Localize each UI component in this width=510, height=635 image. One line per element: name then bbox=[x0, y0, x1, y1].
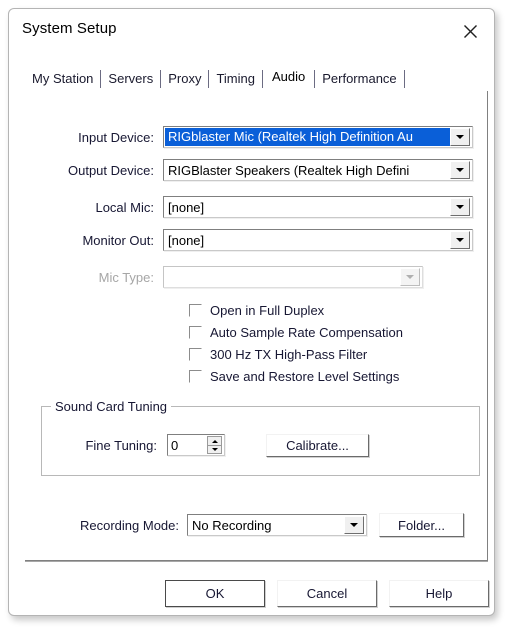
tab-performance[interactable]: Performance bbox=[315, 69, 403, 90]
mic-type-combo bbox=[163, 266, 423, 288]
checkbox-auto-sample-rate-compensation[interactable]: Auto Sample Rate Compensation bbox=[189, 325, 403, 340]
fine-tuning-stepper[interactable]: 0 bbox=[167, 434, 225, 456]
monitor-out-label: Monitor Out: bbox=[82, 232, 154, 248]
tab-audio[interactable]: Audio bbox=[263, 67, 314, 88]
stepper-buttons[interactable] bbox=[207, 436, 222, 454]
chevron-down-icon[interactable] bbox=[450, 161, 470, 179]
stepper-up-icon[interactable] bbox=[207, 436, 222, 445]
fine-tuning-label: Fine Tuning: bbox=[85, 437, 157, 453]
checkbox-save-restore-level-settings[interactable]: Save and Restore Level Settings bbox=[189, 369, 399, 384]
window-title: System Setup bbox=[22, 20, 117, 37]
tab-separator bbox=[403, 70, 405, 88]
mic-type-label: Mic Type: bbox=[98, 269, 154, 285]
title-bar: System Setup bbox=[9, 9, 494, 53]
output-device-label: Output Device: bbox=[68, 162, 154, 178]
local-mic-combo[interactable]: [none] bbox=[163, 196, 473, 218]
chevron-down-icon bbox=[400, 268, 420, 286]
monitor-out-row: Monitor Out: [none] bbox=[49, 229, 473, 251]
local-mic-label: Local Mic: bbox=[95, 199, 154, 215]
calibrate-button[interactable]: Calibrate... bbox=[266, 434, 369, 457]
sound-card-tuning-title: Sound Card Tuning bbox=[51, 399, 172, 414]
chevron-down-icon[interactable] bbox=[344, 516, 364, 534]
monitor-out-combo[interactable]: [none] bbox=[163, 229, 473, 251]
chevron-down-icon[interactable] bbox=[450, 128, 470, 146]
chevron-down-icon[interactable] bbox=[450, 198, 470, 216]
input-device-row: Input Device: RIGblaster Mic (Realtek Hi… bbox=[49, 126, 473, 148]
checkbox-box[interactable] bbox=[189, 348, 202, 361]
checkbox-label: 300 Hz TX High-Pass Filter bbox=[210, 347, 368, 362]
recording-mode-value: No Recording bbox=[192, 517, 272, 533]
tab-proxy[interactable]: Proxy bbox=[161, 69, 208, 90]
chevron-down-icon[interactable] bbox=[450, 231, 470, 249]
tab-timing[interactable]: Timing bbox=[209, 69, 262, 90]
checkbox-box[interactable] bbox=[189, 370, 202, 383]
output-device-value: RIGBlaster Speakers (Realtek High Defini bbox=[168, 162, 410, 178]
recording-mode-label: Recording Mode: bbox=[80, 517, 179, 533]
checkbox-box[interactable] bbox=[189, 326, 202, 339]
fine-tuning-row: Fine Tuning: 0 bbox=[57, 434, 225, 456]
screen: System Setup My Station Servers Proxy Ti… bbox=[0, 0, 510, 635]
tab-servers[interactable]: Servers bbox=[101, 69, 160, 90]
system-setup-dialog: System Setup My Station Servers Proxy Ti… bbox=[8, 8, 495, 616]
recording-mode-combo[interactable]: No Recording bbox=[187, 514, 367, 536]
output-device-row: Output Device: RIGBlaster Speakers (Real… bbox=[49, 159, 473, 181]
checkbox-label: Auto Sample Rate Compensation bbox=[210, 325, 403, 340]
checkbox-box[interactable] bbox=[189, 304, 202, 317]
help-button[interactable]: Help bbox=[389, 580, 489, 607]
cancel-button[interactable]: Cancel bbox=[277, 580, 377, 607]
checkbox-open-full-duplex[interactable]: Open in Full Duplex bbox=[189, 303, 324, 318]
checkbox-label: Save and Restore Level Settings bbox=[210, 369, 400, 384]
input-device-value: RIGblaster Mic (Realtek High Definition … bbox=[165, 128, 450, 146]
mic-type-row: Mic Type: bbox=[49, 266, 473, 288]
monitor-out-value: [none] bbox=[168, 232, 205, 248]
footer-divider bbox=[25, 561, 488, 562]
input-device-label: Input Device: bbox=[78, 129, 154, 145]
recording-mode-row: Recording Mode: No Recording bbox=[57, 514, 367, 536]
ok-button[interactable]: OK bbox=[165, 580, 265, 607]
checkbox-label: Open in Full Duplex bbox=[210, 303, 325, 318]
stepper-down-icon[interactable] bbox=[207, 445, 222, 454]
output-device-combo[interactable]: RIGBlaster Speakers (Realtek High Defini bbox=[163, 159, 473, 181]
folder-button[interactable]: Folder... bbox=[379, 513, 464, 537]
local-mic-value: [none] bbox=[168, 199, 205, 215]
local-mic-row: Local Mic: [none] bbox=[49, 196, 473, 218]
input-device-combo[interactable]: RIGblaster Mic (Realtek High Definition … bbox=[163, 126, 473, 148]
tab-my-station[interactable]: My Station bbox=[25, 69, 100, 90]
tab-strip: My Station Servers Proxy Timing Audio Pe… bbox=[25, 69, 485, 93]
close-icon[interactable] bbox=[456, 17, 484, 45]
checkbox-300hz-tx-high-pass-filter[interactable]: 300 Hz TX High-Pass Filter bbox=[189, 347, 367, 362]
fine-tuning-value[interactable]: 0 bbox=[168, 435, 207, 455]
